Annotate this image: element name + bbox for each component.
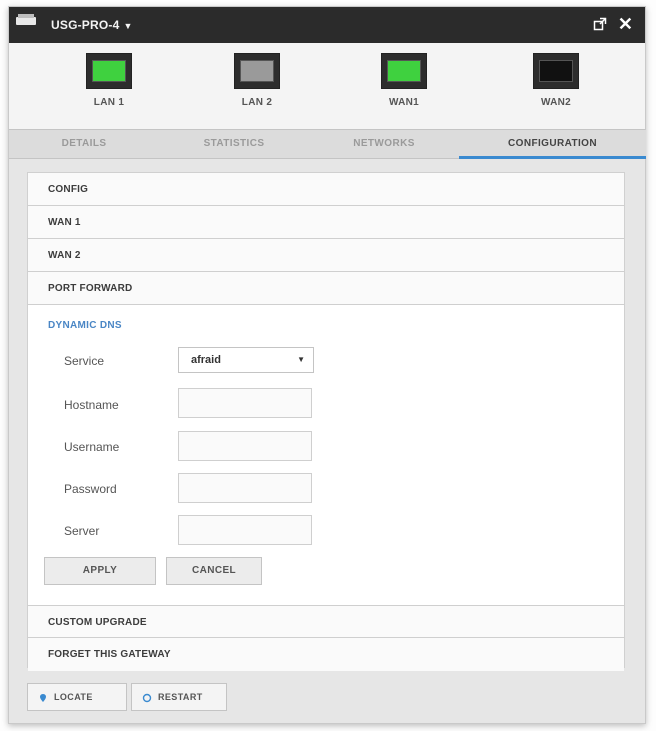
port-lan2[interactable]: LAN 2: [217, 53, 297, 108]
hostname-input[interactable]: [178, 388, 312, 418]
port-icon: [381, 53, 427, 89]
port-wan1[interactable]: WAN1: [364, 53, 444, 108]
port-label: WAN2: [540, 97, 572, 108]
username-label: Username: [64, 440, 120, 454]
port-label: LAN 1: [93, 97, 125, 108]
password-input[interactable]: [178, 473, 312, 503]
tab-configuration[interactable]: CONFIGURATION: [459, 130, 646, 159]
server-input[interactable]: [178, 515, 312, 545]
cancel-button[interactable]: CANCEL: [166, 557, 262, 585]
port-status-indicator: [92, 60, 126, 82]
chevron-down-icon: ▼: [123, 21, 133, 31]
device-title: USG-PRO-4: [51, 18, 120, 32]
tab-details[interactable]: DETAILS: [9, 130, 159, 159]
tab-networks[interactable]: NETWORKS: [309, 130, 459, 159]
chevron-down-icon: ▼: [297, 355, 305, 364]
configuration-panel: CONFIG WAN 1 WAN 2 PORT FORWARD DYNAMIC …: [27, 172, 625, 671]
restart-button[interactable]: RESTART: [131, 683, 227, 711]
password-label: Password: [64, 482, 117, 496]
map-pin-icon: [40, 694, 46, 702]
port-status-bar: LAN 1 LAN 2 WAN1 WAN2: [9, 43, 645, 129]
username-input[interactable]: [178, 431, 312, 461]
port-status-indicator: [387, 60, 421, 82]
section-dynamic-dns[interactable]: DYNAMIC DNS: [48, 320, 122, 331]
tab-bar: DETAILS STATISTICS NETWORKS CONFIGURATIO…: [9, 129, 646, 159]
section-wan2[interactable]: WAN 2: [28, 239, 624, 272]
hostname-label: Hostname: [64, 398, 119, 412]
section-custom-upgrade[interactable]: CUSTOM UPGRADE: [28, 605, 624, 638]
port-status-indicator: [539, 60, 573, 82]
popout-icon[interactable]: [593, 17, 607, 31]
title-bar: USG-PRO-4 ▼ ✕: [9, 7, 645, 43]
apply-button[interactable]: APPLY: [44, 557, 156, 585]
service-select[interactable]: afraid ▼: [178, 347, 314, 373]
port-wan2[interactable]: WAN2: [516, 53, 596, 108]
locate-label: LOCATE: [54, 692, 93, 702]
server-label: Server: [64, 524, 100, 538]
section-port-forward[interactable]: PORT FORWARD: [28, 272, 624, 305]
port-status-indicator: [240, 60, 274, 82]
port-icon: [533, 53, 579, 89]
device-title-dropdown[interactable]: USG-PRO-4 ▼: [51, 18, 133, 32]
gateway-device-icon: [16, 14, 36, 25]
port-label: WAN1: [388, 97, 420, 108]
port-icon: [234, 53, 280, 89]
port-icon: [86, 53, 132, 89]
close-icon[interactable]: ✕: [618, 15, 633, 33]
section-config[interactable]: CONFIG: [28, 173, 624, 206]
port-label: LAN 2: [241, 97, 273, 108]
section-forget-gateway[interactable]: FORGET THIS GATEWAY: [28, 638, 624, 671]
restart-icon: [142, 693, 152, 703]
device-properties-window: USG-PRO-4 ▼ ✕ LAN 1 LAN 2 WAN1 WAN2 DETAI…: [8, 6, 646, 724]
tab-statistics[interactable]: STATISTICS: [159, 130, 309, 159]
section-wan1[interactable]: WAN 1: [28, 206, 624, 239]
port-lan1[interactable]: LAN 1: [69, 53, 149, 108]
restart-label: RESTART: [158, 692, 203, 702]
service-selected-value: afraid: [191, 354, 221, 366]
locate-button[interactable]: LOCATE: [27, 683, 127, 711]
service-label: Service: [64, 354, 105, 368]
